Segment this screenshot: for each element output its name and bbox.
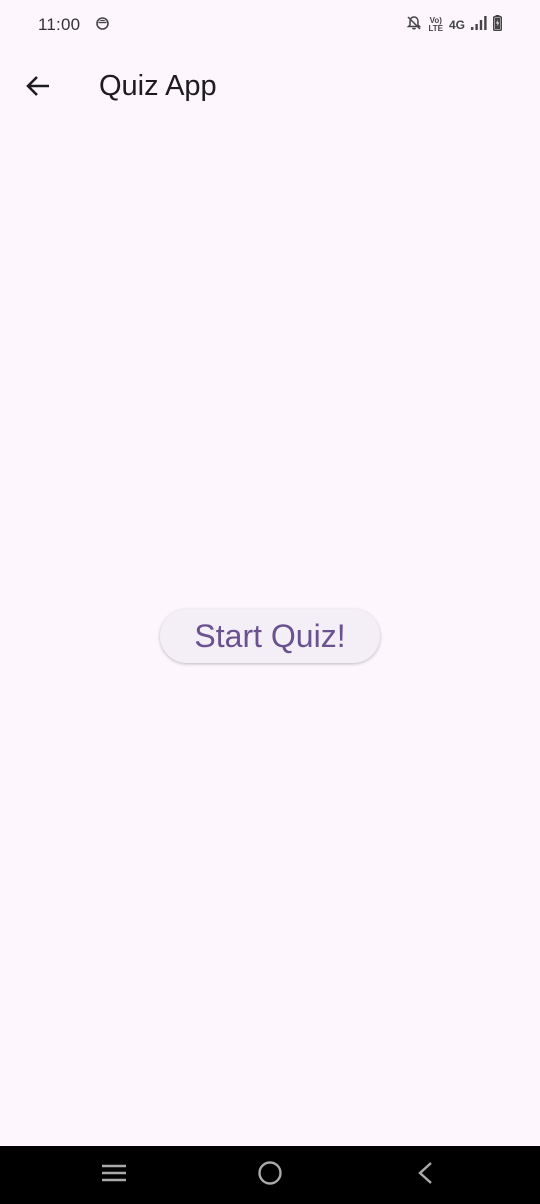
system-back-button[interactable]	[409, 1159, 441, 1191]
arrow-back-icon	[25, 73, 51, 104]
app-bar: Quiz App	[0, 50, 540, 126]
page-title: Quiz App	[99, 70, 217, 102]
battery-charging-icon	[493, 14, 502, 36]
notifications-off-icon	[406, 15, 422, 36]
app-notification-icon	[96, 17, 109, 30]
screen: 11:00 Vo) LTE 4G Quiz App Start Quiz!	[0, 0, 540, 1204]
4g-icon: 4G	[448, 18, 465, 32]
status-bar: 11:00 Vo) LTE 4G	[0, 0, 540, 50]
home-button[interactable]	[254, 1159, 286, 1191]
status-time: 11:00	[38, 15, 81, 34]
back-chevron-icon	[416, 1161, 434, 1190]
system-nav-bar	[0, 1146, 540, 1204]
volte-bottom-label: LTE	[428, 24, 443, 33]
back-button[interactable]	[18, 68, 58, 108]
status-icons: Vo) LTE 4G	[406, 14, 502, 36]
start-quiz-button[interactable]: Start Quiz!	[160, 609, 380, 663]
home-circle-icon	[257, 1160, 283, 1191]
recents-menu-icon	[101, 1163, 127, 1188]
recents-button[interactable]	[98, 1159, 130, 1191]
signal-icon	[471, 15, 487, 35]
volte-icon: Vo) LTE	[428, 17, 443, 33]
